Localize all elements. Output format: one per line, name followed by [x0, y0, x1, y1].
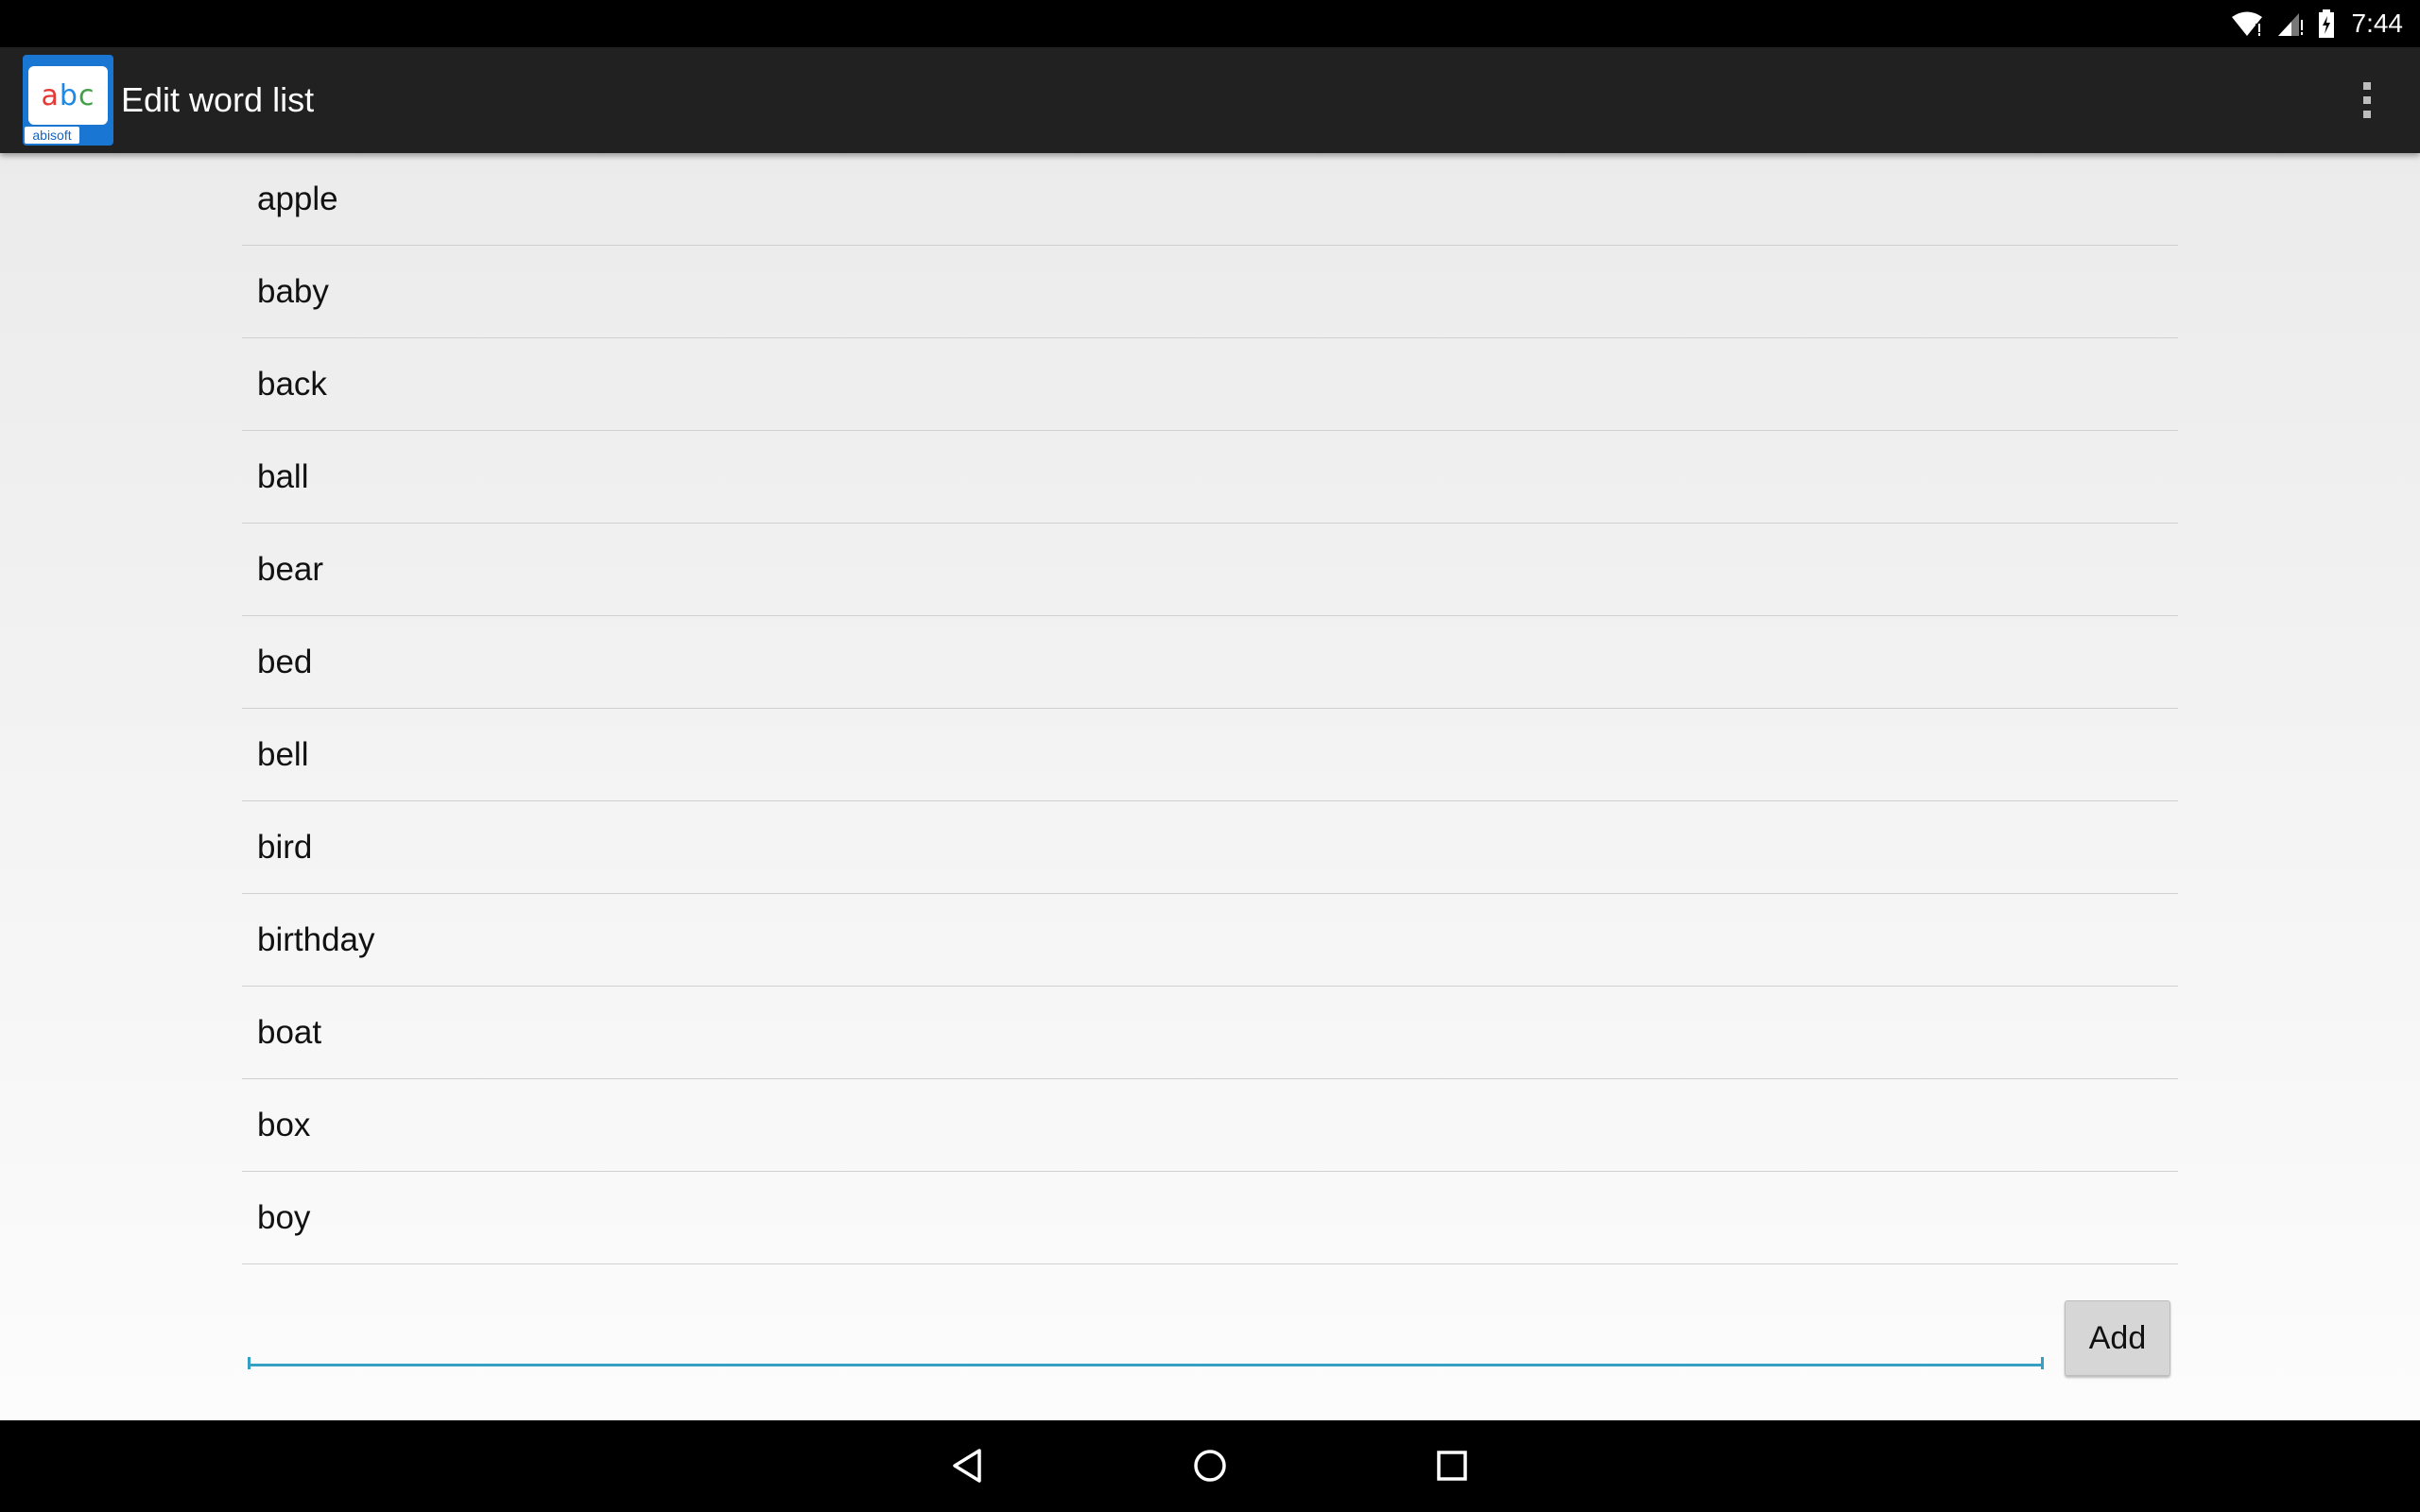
- app-logo-icon[interactable]: a b c abisoft: [23, 55, 113, 146]
- word-label: back: [257, 366, 327, 403]
- word-list-item[interactable]: boat: [242, 987, 2178, 1079]
- word-list-item[interactable]: bear: [242, 524, 2178, 616]
- content-area: apple baby back ball bear bed bell bird …: [0, 153, 2420, 1420]
- word-list-item[interactable]: apple: [242, 153, 2178, 246]
- word-list-item[interactable]: bell: [242, 709, 2178, 801]
- word-label: baby: [257, 273, 329, 310]
- logo-letter-b: b: [59, 78, 78, 112]
- word-label: boy: [257, 1199, 311, 1236]
- app-logo-card: a b c: [28, 66, 108, 125]
- logo-letter-a: a: [41, 78, 60, 112]
- word-label: boat: [257, 1014, 322, 1051]
- word-label: bell: [257, 736, 309, 773]
- status-time: 7:44: [2351, 9, 2404, 38]
- word-label: birthday: [257, 921, 375, 958]
- word-list-item[interactable]: bird: [242, 801, 2178, 894]
- home-icon: [1194, 1450, 1226, 1482]
- word-label: bear: [257, 551, 324, 588]
- page-title: Edit word list: [121, 80, 315, 119]
- signal-icon: [2276, 10, 2305, 37]
- word-list-item[interactable]: box: [242, 1079, 2178, 1172]
- word-list-item[interactable]: baby: [242, 246, 2178, 338]
- word-list-item[interactable]: ball: [242, 431, 2178, 524]
- recents-button[interactable]: [1395, 1428, 1509, 1503]
- back-button[interactable]: [911, 1428, 1025, 1503]
- word-list-item[interactable]: back: [242, 338, 2178, 431]
- wifi-icon: [2231, 10, 2263, 37]
- logo-brand: abisoft: [25, 127, 79, 144]
- input-underline-edge: [248, 1357, 251, 1369]
- word-label: apple: [257, 180, 338, 217]
- add-button[interactable]: Add: [2065, 1300, 2170, 1376]
- back-icon: [953, 1449, 981, 1483]
- home-button[interactable]: [1153, 1428, 1267, 1503]
- status-bar: 7:44: [0, 0, 2420, 47]
- word-label: bed: [257, 644, 313, 680]
- recents-icon: [1437, 1451, 1467, 1481]
- input-underline-edge: [2041, 1357, 2044, 1369]
- action-bar: a b c abisoft Edit word list: [0, 47, 2420, 153]
- word-label: box: [257, 1107, 311, 1143]
- new-word-input[interactable]: [248, 1310, 2044, 1366]
- navigation-bar: [0, 1420, 2420, 1512]
- word-label: ball: [257, 458, 309, 495]
- word-list-item[interactable]: boy: [242, 1172, 2178, 1264]
- add-word-row: Add: [242, 1293, 2178, 1387]
- status-icons: 7:44: [2231, 0, 2404, 47]
- word-label: bird: [257, 829, 313, 866]
- word-list: apple baby back ball bear bed bell bird …: [242, 153, 2178, 1264]
- word-list-item[interactable]: birthday: [242, 894, 2178, 987]
- battery-charging-icon: [2318, 9, 2335, 38]
- overflow-menu-icon: [2363, 82, 2371, 118]
- logo-letter-c: c: [78, 78, 95, 112]
- word-list-item[interactable]: bed: [242, 616, 2178, 709]
- overflow-menu-button[interactable]: [2329, 62, 2405, 138]
